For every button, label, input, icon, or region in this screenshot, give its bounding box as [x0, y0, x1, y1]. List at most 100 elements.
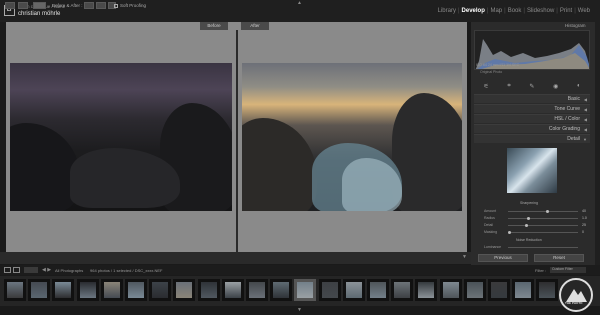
- slider-label-radius: Radius: [484, 216, 495, 220]
- filmstrip-thumbnail[interactable]: [149, 279, 172, 301]
- module-develop[interactable]: Develop: [460, 8, 487, 14]
- filmstrip-thumbnail[interactable]: [28, 279, 51, 301]
- slider-label-amount: Amount: [484, 209, 497, 213]
- slider-label-masking: Masking: [484, 230, 498, 234]
- grid-view-icon[interactable]: [24, 267, 38, 273]
- filmstrip-thumbnail[interactable]: [488, 279, 510, 301]
- slider-knob-masking[interactable]: [508, 231, 511, 234]
- section-color-grading[interactable]: Color Grading ◀: [474, 124, 590, 133]
- masking-icon[interactable]: ◐: [577, 83, 581, 89]
- after-image[interactable]: [242, 63, 462, 211]
- filmstrip-thumbnail[interactable]: [4, 279, 26, 301]
- filmstrip-thumbnail[interactable]: [173, 279, 196, 301]
- filmstrip-thumbnail[interactable]: [76, 279, 99, 301]
- split-divider: [236, 30, 238, 252]
- right-panel-scrollbar[interactable]: [595, 22, 600, 265]
- copy-after-button[interactable]: [96, 2, 106, 9]
- filmstrip-thumbnail[interactable]: [415, 279, 438, 301]
- slider-label-detail: Detail: [484, 223, 493, 227]
- filmstrip-thumbnail[interactable]: [294, 279, 317, 301]
- slider-value-detail[interactable]: 25: [582, 223, 586, 227]
- section-hsl-color[interactable]: HSL / Color ◀: [474, 114, 590, 123]
- slider-value-amount[interactable]: 40: [582, 209, 586, 213]
- before-label: Before: [200, 22, 228, 30]
- thumbnail-image: [418, 282, 435, 298]
- soft-proofing-label: Soft Proofing: [120, 3, 147, 8]
- slider-track-radius[interactable]: [508, 218, 578, 219]
- thumbnail-image: [297, 282, 314, 298]
- slider-value-radius[interactable]: 1.0: [582, 216, 587, 220]
- slider-value-masking[interactable]: 0: [582, 230, 584, 234]
- collapse-top-panel-icon[interactable]: ▲: [297, 0, 302, 6]
- slider-knob-amount[interactable]: [546, 210, 549, 213]
- slider-knob-radius[interactable]: [527, 217, 530, 220]
- filmstrip-thumbnail[interactable]: [463, 279, 486, 301]
- filmstrip-source[interactable]: All Photographs: [55, 268, 83, 273]
- edit-sliders-icon[interactable]: ⚟: [483, 83, 488, 90]
- thumbnail-image: [273, 282, 290, 298]
- noise-reduction-label: Noise Reduction: [516, 238, 542, 242]
- nav-back-icon[interactable]: ◀ ▶: [42, 267, 51, 273]
- loupe-view-button[interactable]: [5, 2, 15, 9]
- red-eye-icon[interactable]: ◉: [553, 83, 558, 90]
- slider-knob-detail[interactable]: [525, 224, 528, 227]
- thumbnail-image: [515, 282, 532, 298]
- filmstrip-thumbnail[interactable]: [512, 279, 535, 301]
- before-image[interactable]: [10, 63, 232, 211]
- collapse-filmstrip-icon[interactable]: ▼: [297, 307, 302, 313]
- filmstrip-thumbnail[interactable]: [318, 279, 341, 301]
- detail-preview-thumbnail[interactable]: [507, 148, 557, 193]
- filmstrip-thumbnail[interactable]: [52, 279, 75, 301]
- crop-icon[interactable]: ⌗: [507, 83, 510, 90]
- slider-track-amount[interactable]: [508, 211, 578, 212]
- module-library[interactable]: Library: [436, 8, 458, 14]
- thumbnail-image: [152, 282, 169, 298]
- filmstrip-thumbnail[interactable]: [367, 279, 389, 301]
- thumbnail-image: [442, 282, 459, 298]
- module-web[interactable]: Web: [576, 8, 592, 14]
- thumbnail-image: [321, 282, 338, 298]
- watermark-text: THE PHOTO: [565, 301, 583, 305]
- filmstrip-thumbnail[interactable]: [125, 279, 147, 301]
- toolbar: [0, 252, 471, 264]
- module-print[interactable]: Print: [558, 8, 574, 14]
- filmstrip-thumbnail[interactable]: [536, 279, 559, 301]
- before-after-mode-button[interactable]: [33, 2, 46, 9]
- module-slideshow[interactable]: Slideshow: [525, 8, 556, 14]
- compare-view-button[interactable]: [18, 2, 28, 9]
- toolbar-menu-icon[interactable]: ▼: [462, 254, 467, 260]
- section-tone-curve[interactable]: Tone Curve ◀: [474, 104, 590, 113]
- second-window-icon[interactable]: [13, 267, 20, 273]
- slider-track-luminance[interactable]: [508, 247, 578, 248]
- filmstrip-thumbnail[interactable]: [439, 279, 462, 301]
- histogram-exif-info: ISO 64 24 mm f/11 1/4 SEC: [476, 63, 520, 67]
- filmstrip-thumbnail[interactable]: [221, 279, 244, 301]
- watermark-logo: [559, 278, 593, 312]
- filmstrip-thumbnail[interactable]: [391, 279, 414, 301]
- filmstrip-thumbnail[interactable]: [342, 279, 365, 301]
- copy-before-button[interactable]: [84, 2, 94, 9]
- slider-track-detail[interactable]: [508, 225, 578, 226]
- previous-button[interactable]: Previous: [478, 254, 528, 262]
- soft-proofing-checkbox[interactable]: [114, 4, 118, 8]
- main-window-icon[interactable]: [4, 267, 11, 273]
- thumbnail-image: [370, 282, 386, 298]
- thumbnail-image: [539, 282, 556, 298]
- section-detail[interactable]: Detail ▼: [474, 134, 590, 143]
- filmstrip-thumbnail[interactable]: [197, 279, 220, 301]
- module-book[interactable]: Book: [506, 8, 524, 14]
- filmstrip-thumbnail[interactable]: [100, 279, 123, 301]
- reset-button[interactable]: Reset: [534, 254, 584, 262]
- filmstrip-thumbnail[interactable]: [246, 279, 268, 301]
- healing-icon[interactable]: ✎: [529, 83, 534, 90]
- thumbnail-image: [31, 282, 48, 298]
- filmstrip-thumbnail[interactable]: [270, 279, 293, 301]
- filter-dropdown[interactable]: Custom Filter: [550, 267, 586, 273]
- user-name: christian möhrle: [18, 11, 61, 17]
- section-basic[interactable]: Basic ◀: [474, 94, 590, 103]
- sharpening-label: Sharpening: [520, 201, 538, 205]
- before-after-label: Before & After :: [52, 3, 83, 8]
- slider-track-masking[interactable]: [508, 232, 578, 233]
- filmstrip-path: 964 photos / 1 selected / DSC_xxxx.NEF: [90, 268, 163, 273]
- module-map[interactable]: Map: [488, 8, 504, 14]
